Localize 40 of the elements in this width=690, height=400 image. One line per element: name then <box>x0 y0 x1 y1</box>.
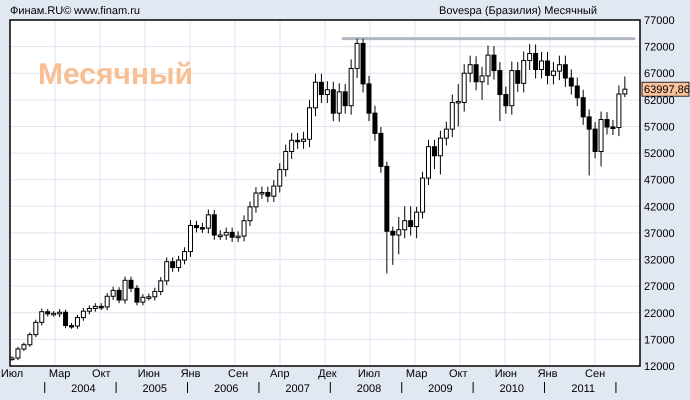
axis-label: Мар <box>48 368 70 380</box>
axis-label: 32000 <box>644 254 675 267</box>
axis-label: Июн <box>494 368 517 380</box>
axis-label: Янв <box>180 368 200 380</box>
axis-label: 52000 <box>644 148 675 160</box>
axis-label: 22000 <box>644 308 675 320</box>
axis-label: Июл <box>0 368 24 380</box>
year-label: 2007 <box>285 383 310 395</box>
chart-title: Bovespa (Бразилия) Месячный <box>438 5 597 17</box>
axis-label: Апр <box>270 368 290 380</box>
axis-label: Дек <box>318 368 337 380</box>
source-label: Финам.RU© <box>10 5 72 17</box>
year-label: 2011 <box>571 383 596 395</box>
year-label: 2005 <box>142 383 168 395</box>
axis-label: Янв <box>538 368 558 380</box>
axis-label: 62000 <box>644 94 675 107</box>
axis-label: 42000 <box>644 201 675 214</box>
axis-label: 67000 <box>644 68 675 80</box>
period-watermark: Месячный <box>38 58 194 91</box>
axis-label: 37000 <box>644 228 675 240</box>
year-label: 2006 <box>214 383 238 395</box>
axis-label: 72000 <box>644 42 675 54</box>
axis-label: 17000 <box>644 334 675 346</box>
year-label: 2009 <box>428 383 453 395</box>
year-label: 2010 <box>500 383 524 395</box>
axis-label: Мар <box>406 368 428 380</box>
axis-label: 47000 <box>644 174 675 187</box>
axis-label: 12000 <box>644 361 675 373</box>
axis-label: 27000 <box>644 281 675 294</box>
axis-label: 57000 <box>644 121 675 134</box>
site-link[interactable]: www.finam.ru <box>74 5 140 17</box>
axis-label: Сен <box>228 368 248 380</box>
axis-label: Окт <box>92 368 111 380</box>
axis-label: 77000 <box>644 15 675 27</box>
axis-label: Июн <box>138 368 160 380</box>
year-label: 2004 <box>71 383 96 395</box>
axis-label: Июл <box>358 368 380 380</box>
year-label: 2008 <box>356 383 382 395</box>
axis-label: Сен <box>585 368 606 380</box>
axis-label: Окт <box>448 368 468 380</box>
